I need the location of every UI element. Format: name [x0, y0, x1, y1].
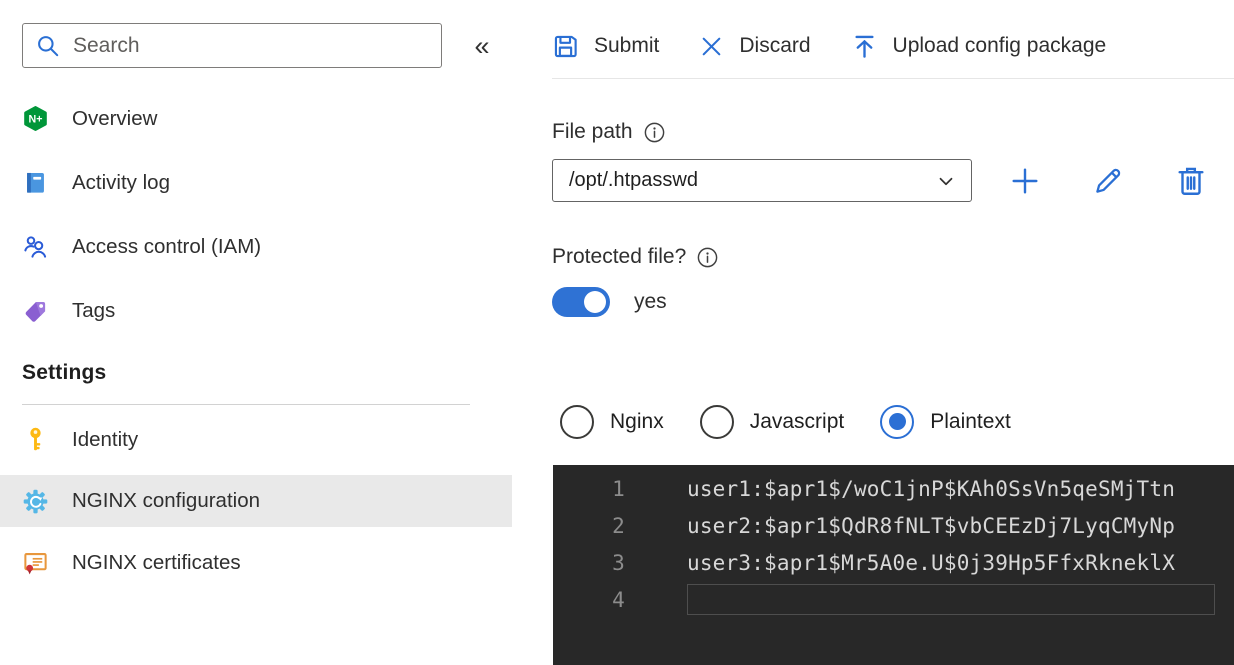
editor-cursor-box[interactable] [687, 584, 1215, 615]
svg-text:N+: N+ [29, 114, 43, 126]
radio-circle [699, 404, 734, 439]
sidebar-item-overview[interactable]: N+ Overview [0, 95, 512, 142]
file-path-value: /opt/.htpasswd [569, 169, 698, 191]
nginx-logo-icon: N+ [22, 105, 49, 132]
delete-trash-icon[interactable] [1174, 164, 1208, 198]
file-path-row: /opt/.htpasswd [552, 159, 1234, 202]
sidebar-item-label: NGINX configuration [72, 489, 261, 512]
line-number: 3 [612, 550, 625, 575]
sidebar-item-label: Tags [72, 298, 116, 322]
format-radio-group: Nginx Javascript Plaintext [552, 403, 1234, 440]
book-icon [22, 169, 49, 196]
code-editor[interactable]: 1 user1:$apr1$/woC1jnP$KAh0SsVn5qeSMjTtn… [553, 465, 1234, 665]
people-icon [22, 233, 49, 260]
editor-line-current: 4 [553, 581, 1234, 618]
search-input[interactable] [73, 33, 429, 58]
line-text: user2:$apr1$QdR8fNLT$vbCEEzDj7LyqCMyNp [687, 513, 1176, 538]
save-icon [552, 33, 579, 60]
x-icon [699, 34, 724, 59]
line-number: 2 [612, 513, 625, 538]
tag-icon [22, 297, 49, 324]
protected-file-label: Protected file? [552, 245, 687, 268]
radio-plaintext[interactable]: Plaintext [880, 404, 1011, 439]
protected-file-toggle[interactable] [552, 286, 610, 317]
info-icon[interactable] [696, 246, 719, 269]
upload-icon [851, 33, 878, 60]
sidebar-divider [22, 404, 470, 405]
line-number: 4 [612, 587, 625, 612]
discard-label: Discard [739, 34, 811, 57]
info-icon[interactable] [643, 121, 666, 144]
submit-label: Submit [594, 34, 660, 57]
gear-icon [22, 488, 49, 515]
sidebar-nav: N+ Overview Activity log Access control … [0, 95, 512, 598]
add-file-icon[interactable] [1008, 164, 1042, 198]
sidebar-item-activity-log[interactable]: Activity log [0, 159, 512, 206]
upload-config-package-button[interactable]: Upload config package [851, 33, 1107, 60]
file-path-field-label: File path [552, 119, 1234, 145]
discard-button[interactable]: Discard [699, 34, 811, 59]
sidebar-item-nginx-configuration[interactable]: NGINX configuration [0, 475, 512, 527]
command-bar: Submit Discard Upload config package [552, 0, 1234, 66]
chevron-down-icon [935, 170, 957, 192]
collapse-sidebar-icon[interactable]: « [466, 28, 498, 64]
sidebar-item-identity[interactable]: Identity [0, 416, 512, 463]
editor-line: 2 user2:$apr1$QdR8fNLT$vbCEEzDj7LyqCMyNp [553, 507, 1234, 544]
radio-nginx[interactable]: Nginx [560, 404, 664, 439]
sidebar-section-settings: Settings [22, 361, 107, 384]
radio-label: Nginx [610, 409, 664, 433]
search-icon [35, 33, 61, 59]
sidebar-item-label: Activity log [72, 170, 170, 194]
line-text: user1:$apr1$/woC1jnP$KAh0SsVn5qeSMjTtn [687, 476, 1176, 501]
radio-label: Plaintext [930, 409, 1011, 433]
line-number: 1 [612, 476, 625, 501]
protected-file-toggle-row: yes [552, 286, 1234, 317]
edit-pencil-icon[interactable] [1091, 164, 1125, 198]
key-icon [22, 426, 49, 453]
toolbar-divider [552, 78, 1234, 79]
radio-label: Javascript [749, 409, 845, 433]
line-text: user3:$apr1$Mr5A0e.U$0j39Hp5FfxRkneklX [687, 550, 1176, 575]
main-panel: Submit Discard Upload config package Fil… [552, 0, 1234, 665]
radio-javascript[interactable]: Javascript [699, 404, 845, 439]
radio-circle [560, 404, 594, 439]
file-path-actions [1008, 164, 1208, 198]
sidebar: « N+ Overview [0, 0, 512, 618]
sidebar-item-label: Overview [72, 106, 158, 130]
sidebar-item-access-control[interactable]: Access control (IAM) [0, 223, 512, 270]
sidebar-item-label: Access control (IAM) [72, 234, 262, 258]
file-path-dropdown[interactable]: /opt/.htpasswd [552, 159, 972, 202]
radio-circle [880, 404, 915, 439]
search-box[interactable] [22, 23, 442, 68]
sidebar-item-nginx-certificates[interactable]: NGINX certificates [0, 539, 512, 586]
toggle-state-label: yes [634, 289, 667, 313]
sidebar-item-tags[interactable]: Tags [0, 287, 512, 334]
protected-file-field-label: Protected file? [552, 244, 1234, 270]
toggle-knob [584, 290, 606, 313]
file-path-label: File path [552, 120, 633, 143]
submit-button[interactable]: Submit [552, 33, 659, 60]
upload-label: Upload config package [892, 34, 1107, 57]
certificate-icon [22, 549, 49, 576]
sidebar-item-label: NGINX certificates [72, 550, 241, 574]
sidebar-item-label: Identity [72, 427, 139, 451]
editor-line: 3 user3:$apr1$Mr5A0e.U$0j39Hp5FfxRkneklX [553, 544, 1234, 581]
editor-line: 1 user1:$apr1$/woC1jnP$KAh0SsVn5qeSMjTtn [553, 470, 1234, 507]
